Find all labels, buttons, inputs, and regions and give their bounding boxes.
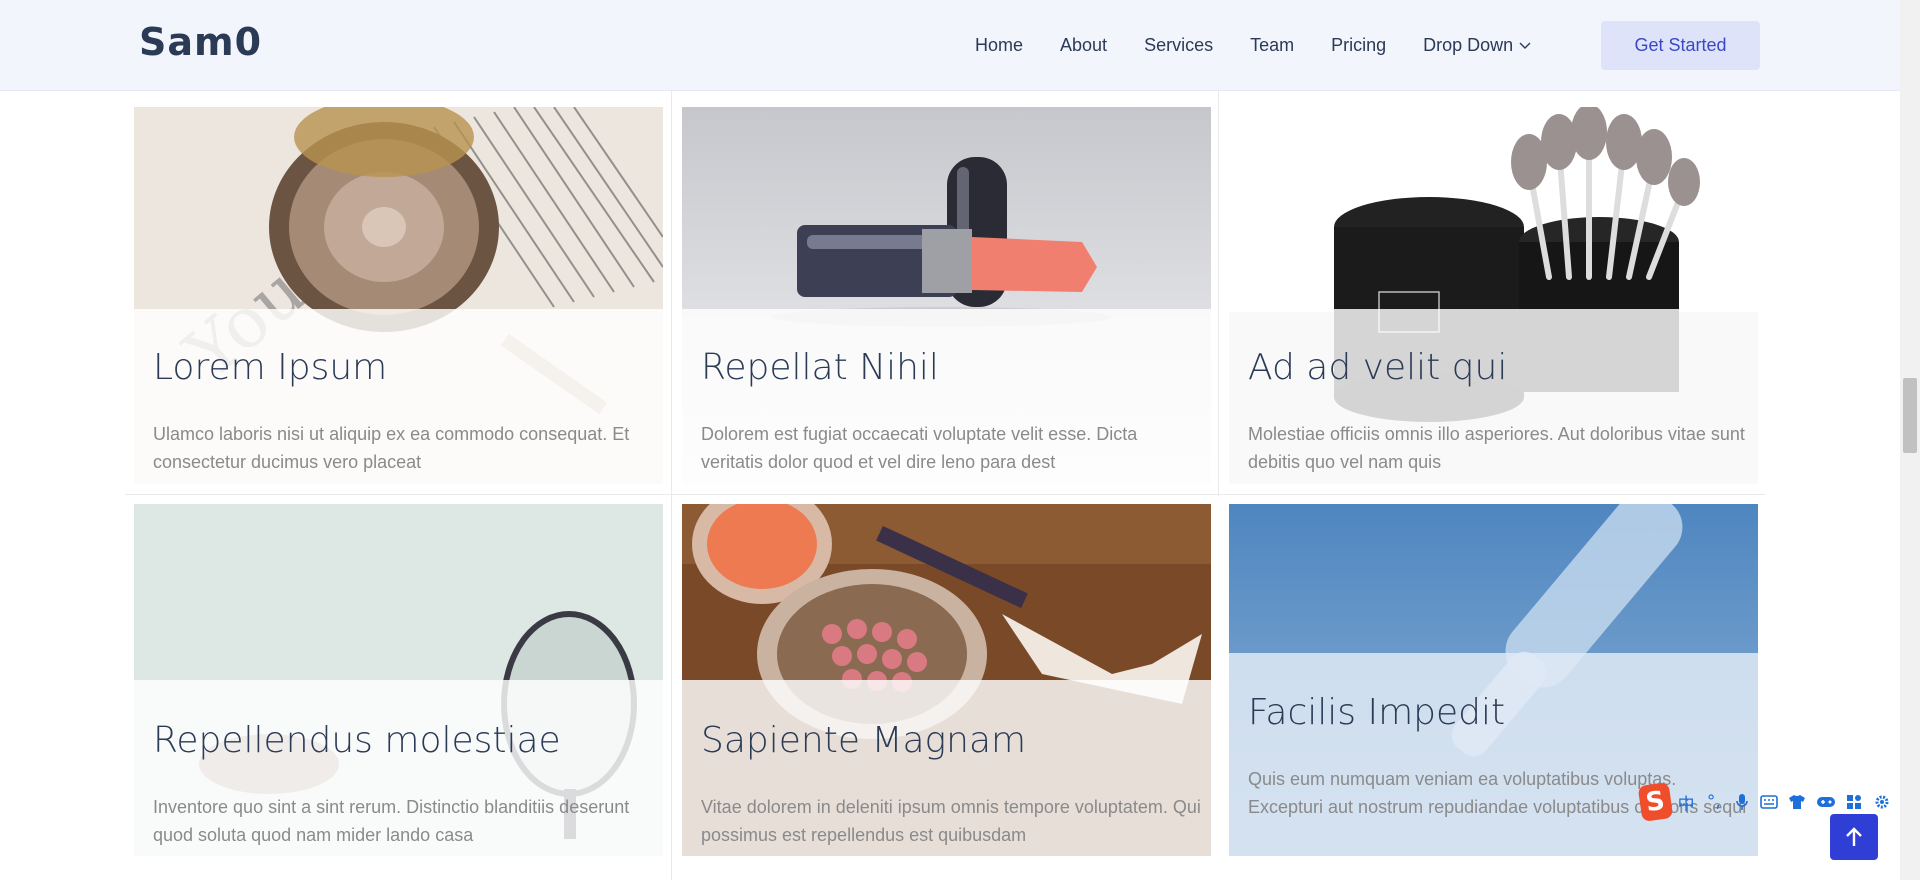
chevron-down-icon	[1519, 42, 1531, 49]
nav-services[interactable]: Services	[1144, 35, 1213, 56]
main-nav: Home About Services Team Pricing Drop Do…	[975, 0, 1568, 91]
nav-about[interactable]: About	[1060, 35, 1107, 56]
site-logo[interactable]: Sam0	[139, 20, 262, 64]
nav-home[interactable]: Home	[975, 35, 1023, 56]
card-title: Repellendus molestiae	[153, 720, 561, 761]
microphone-icon[interactable]	[1732, 791, 1751, 813]
sogou-logo-icon[interactable]: S	[1637, 782, 1674, 822]
card-description: Ulamco laboris nisi ut aliquip ex ea com…	[153, 424, 630, 472]
skin-shirt-icon[interactable]	[1788, 791, 1807, 813]
back-to-top-button[interactable]	[1830, 814, 1878, 860]
portfolio-card[interactable]: Sapiente Magnam Vitae dolorem in delenit…	[682, 504, 1211, 856]
portfolio-card[interactable]: Repellat Nihil Dolorem est fugiat occaec…	[682, 107, 1211, 484]
site-header: Sam0 Home About Services Team Pricing Dr…	[0, 0, 1900, 91]
grid-divider	[1218, 91, 1219, 496]
arrow-up-icon	[1846, 827, 1862, 846]
card-description: Inventore quo sint a sint rerum. Distinc…	[153, 797, 630, 845]
card-title: Sapiente Magnam	[701, 720, 1027, 761]
gamepad-icon[interactable]	[1816, 791, 1836, 813]
portfolio-card[interactable]: Ad ad velit qui Molestiae officiis omnis…	[1229, 107, 1758, 484]
nav-dropdown[interactable]: Drop Down	[1423, 35, 1531, 56]
card-title: Facilis Impedit	[1248, 692, 1506, 733]
page-scrollbar[interactable]	[1900, 0, 1920, 880]
card-title: Lorem Ipsum	[153, 347, 388, 388]
get-started-button[interactable]: Get Started	[1601, 21, 1760, 70]
card-title: Repellat Nihil	[701, 347, 939, 388]
portfolio-card[interactable]: Repellendus molestiae Inventore quo sint…	[134, 504, 663, 856]
card-description: Dolorem est fugiat occaecati voluptate v…	[701, 424, 1138, 472]
chinese-mode-icon[interactable]: 中	[1677, 791, 1696, 815]
grid-divider	[125, 494, 1765, 495]
keyboard-icon[interactable]	[1760, 791, 1779, 813]
card-description: Vitae dolorem in deleniti ipsum omnis te…	[701, 797, 1201, 845]
scrollbar-thumb[interactable]	[1903, 378, 1917, 453]
nav-team[interactable]: Team	[1250, 35, 1294, 56]
nav-pricing[interactable]: Pricing	[1331, 35, 1386, 56]
apps-grid-icon[interactable]	[1845, 791, 1864, 813]
card-title: Ad ad velit qui	[1248, 347, 1508, 388]
punctuation-icon[interactable]: °,	[1704, 791, 1723, 813]
settings-gear-icon[interactable]	[1872, 791, 1891, 813]
portfolio-card[interactable]: Your Wor Lorem Ipsum Ulamco laboris nisi…	[134, 107, 663, 484]
nav-dropdown-label: Drop Down	[1423, 35, 1514, 55]
card-description: Molestiae officiis omnis illo asperiores…	[1248, 424, 1745, 472]
grid-divider	[671, 91, 672, 880]
card-caption-overlay	[1229, 653, 1758, 856]
